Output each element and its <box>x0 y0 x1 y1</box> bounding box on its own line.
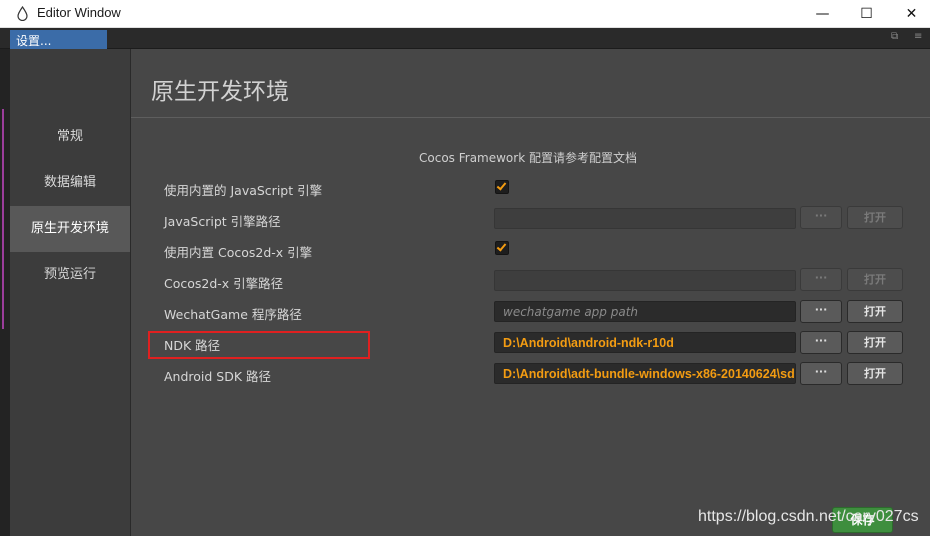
use-builtin-cocos-engine-checkbox[interactable] <box>495 241 509 255</box>
settings-panel: 原生开发环境 Cocos Framework 配置请参考配置文档 使用内置的 J… <box>131 49 930 536</box>
page-title: 原生开发环境 <box>151 79 289 105</box>
ndk-open-button[interactable]: 打开 <box>847 331 903 354</box>
android-sdk-open-button[interactable]: 打开 <box>847 362 903 385</box>
settings-sidebar: 常规 数据编辑 原生开发环境 预览运行 <box>10 49 131 536</box>
checkmark-icon <box>496 180 507 191</box>
sidebar-item-data-editing[interactable]: 数据编辑 <box>10 160 130 206</box>
tab-strip: 设置... ⧉ ≡ <box>0 28 930 49</box>
js-engine-path-input <box>494 208 796 229</box>
use-builtin-js-engine-label: 使用内置的 JavaScript 引擎 <box>164 183 323 198</box>
cocos-engine-path-input <box>494 270 796 291</box>
android-sdk-browse-button[interactable]: ··· <box>800 362 842 385</box>
js-engine-path-label: JavaScript 引擎路径 <box>164 214 281 229</box>
background-editor-marker <box>2 109 4 329</box>
checkmark-icon <box>496 241 507 252</box>
ndk-browse-button[interactable]: ··· <box>800 331 842 354</box>
wechatgame-path-input[interactable]: wechatgame app path <box>494 301 796 322</box>
minimize-button[interactable]: — <box>800 0 845 28</box>
background-editor-strip <box>0 49 10 536</box>
panel-menu-icon[interactable]: ≡ <box>914 31 922 42</box>
use-builtin-js-engine-checkbox[interactable] <box>495 180 509 194</box>
ndk-path-label: NDK 路径 <box>164 338 221 353</box>
app-logo-icon <box>17 6 28 21</box>
framework-doc-hint: Cocos Framework 配置请参考配置文档 <box>419 151 637 165</box>
popout-icon[interactable]: ⧉ <box>891 31 898 42</box>
sidebar-item-general[interactable]: 常规 <box>10 114 130 160</box>
js-engine-open-button: 打开 <box>847 206 903 229</box>
cocos-engine-browse-button: ··· <box>800 268 842 291</box>
maximize-button[interactable]: ☐ <box>844 0 889 28</box>
watermark-text: https://blog.csdn.net/cary027cs <box>698 508 919 525</box>
ndk-path-input[interactable]: D:\Android\android-ndk-r10d <box>494 332 796 353</box>
tab-settings[interactable]: 设置... <box>10 30 107 49</box>
window-titlebar: Editor Window — ☐ ✕ <box>0 0 930 28</box>
close-button[interactable]: ✕ <box>889 0 930 28</box>
wechatgame-path-label: WechatGame 程序路径 <box>164 307 302 322</box>
cocos-engine-open-button: 打开 <box>847 268 903 291</box>
wechatgame-browse-button[interactable]: ··· <box>800 300 842 323</box>
sidebar-item-preview[interactable]: 预览运行 <box>10 252 130 298</box>
android-sdk-path-input[interactable]: D:\Android\adt-bundle-windows-x86-201406… <box>494 363 796 384</box>
window-title: Editor Window <box>37 5 121 20</box>
use-builtin-cocos-engine-label: 使用内置 Cocos2d-x 引擎 <box>164 245 313 260</box>
cocos-engine-path-label: Cocos2d-x 引擎路径 <box>164 276 284 291</box>
js-engine-browse-button: ··· <box>800 206 842 229</box>
sidebar-item-native-environment[interactable]: 原生开发环境 <box>10 206 130 252</box>
wechatgame-open-button[interactable]: 打开 <box>847 300 903 323</box>
title-divider <box>131 117 930 118</box>
android-sdk-path-label: Android SDK 路径 <box>164 369 272 384</box>
